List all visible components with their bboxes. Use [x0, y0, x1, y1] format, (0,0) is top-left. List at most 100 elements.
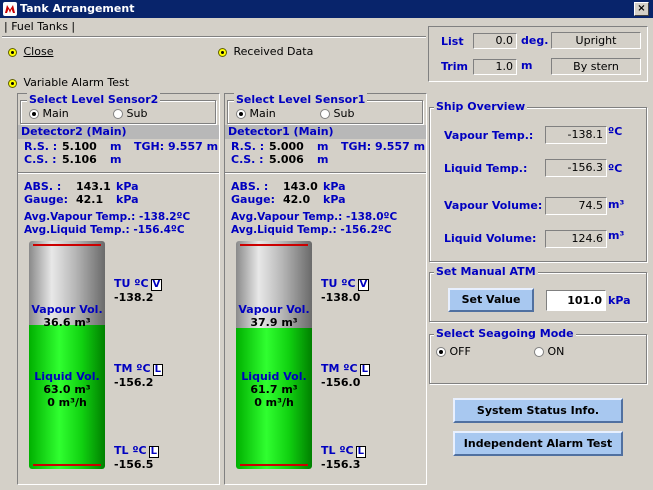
sensor2-tm-value: -156.2 [114, 376, 154, 389]
sensor1-low-alarm-line [240, 464, 308, 466]
sensor1-divider [225, 172, 426, 174]
sensor2-abs-label: ABS. : [24, 180, 62, 193]
sensor1-abs-value: 143.0 [283, 180, 318, 193]
liquid-temp-value: -156.3 [545, 159, 607, 177]
sensor1-gauge-value: 42.0 [283, 193, 311, 206]
sensor2-liquid-label: Liquid Vol. [34, 370, 100, 383]
title-bar: Tank Arrangement [0, 0, 653, 18]
sensor1-tank-gauge: Vapour Vol. 37.9 m³ Liquid Vol. 61.7 m³ … [236, 241, 312, 469]
sensor2-rs-label: R.S. : [24, 140, 58, 153]
seagoing-mode-title: Select Seagoing Mode [434, 327, 576, 340]
sensor1-tm-value: -156.0 [321, 376, 361, 389]
sensor2-gauge-value: 42.1 [76, 193, 104, 206]
sensor2-tu-tag[interactable]: V [150, 279, 163, 291]
sensor1-cs-label: C.S. : [231, 153, 264, 166]
trim-value: 1.0 [473, 59, 517, 75]
sensor2-main-radio[interactable] [29, 109, 39, 119]
sensor1-gauge-unit: kPa [323, 193, 346, 206]
sensor2-cs-value: 5.106 [62, 153, 97, 166]
sensor2-main-option[interactable]: Main [29, 107, 69, 120]
liquid-volume-unit: m³ [608, 229, 625, 242]
vapour-temp-value: -138.1 [545, 126, 607, 144]
sensor1-sub-radio[interactable] [320, 109, 330, 119]
sensor2-tgh: TGH: 9.557 m [134, 140, 219, 153]
liquid-volume-label: Liquid Volume: [444, 232, 537, 245]
sensor1-gauge-label: Gauge: [231, 193, 276, 206]
variable-alarm-label: Variable Alarm Test [23, 76, 130, 89]
sensor1-group: Select Level Sensor1 Main Sub [227, 93, 423, 124]
list-value: 0.0 [473, 33, 517, 49]
trim-label: Trim [441, 60, 468, 73]
trim-unit: m [521, 59, 533, 72]
sensor1-tu-tag[interactable]: V [357, 279, 370, 291]
liquid-volume-value: 124.6 [545, 230, 607, 248]
sensor2-low-alarm-line [33, 464, 101, 466]
vapour-temp-unit: ºC [608, 125, 623, 138]
sensor1-cs-value: 5.006 [269, 153, 304, 166]
seagoing-on-label: ON [547, 345, 565, 358]
received-data-control[interactable]: Received Data [218, 45, 313, 58]
sensor1-tl-label: TL ºC L [321, 444, 366, 458]
sensor1-main-radio[interactable] [236, 109, 246, 119]
close-control[interactable]: Close [8, 45, 53, 58]
sensor1-abs-unit: kPa [323, 180, 346, 193]
sensor1-tm-tag[interactable]: L [359, 364, 370, 376]
list-state: Upright [551, 32, 641, 49]
close-bullet-icon [8, 47, 17, 57]
tank-panel-sensor2: Select Level Sensor2 Main Sub Detector2 … [17, 93, 220, 485]
list-label: List [441, 35, 464, 48]
manual-atm-input[interactable]: 101.0 [546, 290, 606, 311]
sensor2-vapour-label: Vapour Vol. [31, 303, 103, 316]
sensor2-sub-label: Sub [126, 107, 148, 120]
manual-atm-title: Set Manual ATM [434, 265, 538, 278]
sensor1-main-option[interactable]: Main [236, 107, 276, 120]
sensor2-main-label: Main [42, 107, 69, 120]
sensor2-sub-option[interactable]: Sub [113, 107, 147, 120]
sensor1-cs-unit: m [317, 153, 329, 166]
sensor1-sub-option[interactable]: Sub [320, 107, 354, 120]
seagoing-on-radio[interactable] [534, 347, 544, 357]
received-data-label: Received Data [233, 45, 314, 58]
sensor1-group-title: Select Level Sensor1 [234, 93, 368, 106]
sensor1-abs-label: ABS. : [231, 180, 269, 193]
close-label: Close [23, 45, 54, 58]
sensor1-tu-value: -138.0 [321, 291, 361, 304]
sensor2-tm-label: TM ºC L [114, 362, 163, 376]
window-title: Tank Arrangement [20, 2, 135, 15]
sensor2-high-alarm-line [33, 244, 101, 246]
sensor2-group: Select Level Sensor2 Main Sub [20, 93, 216, 124]
sensor1-liquid-label: Liquid Vol. [241, 370, 307, 383]
sensor2-tu-value: -138.2 [114, 291, 154, 304]
sensor1-detector: Detector1 (Main) [225, 125, 426, 139]
seagoing-on-option[interactable]: ON [534, 345, 564, 358]
sensor1-flow-value: 0 m³/h [254, 396, 294, 409]
received-data-bullet-icon [218, 47, 227, 57]
seagoing-mode-group: Select Seagoing Mode OFF ON [429, 327, 647, 384]
sensor1-high-alarm-line [240, 244, 308, 246]
app-logo-icon [3, 2, 17, 16]
window-close-button[interactable]: × [634, 2, 649, 16]
seagoing-off-option[interactable]: OFF [436, 345, 471, 358]
attitude-panel: List 0.0 deg. Upright Trim 1.0 m By ster… [428, 26, 648, 82]
sensor1-sub-label: Sub [333, 107, 355, 120]
menu-fuel-tanks[interactable]: | Fuel Tanks | [4, 20, 75, 33]
sensor1-avg-vapour: Avg.Vapour Temp.: -138.0ºC [231, 211, 398, 223]
list-unit: deg. [521, 34, 549, 47]
sensor2-rs-value: 5.100 [62, 140, 97, 153]
sensor2-cs-unit: m [110, 153, 122, 166]
sensor2-gauge-label: Gauge: [24, 193, 69, 206]
sensor2-sub-radio[interactable] [113, 109, 123, 119]
system-status-button[interactable]: System Status Info. [453, 398, 623, 423]
sensor1-vapour-label: Vapour Vol. [238, 303, 310, 316]
sensor2-tm-tag[interactable]: L [152, 364, 163, 376]
set-value-button[interactable]: Set Value [448, 288, 534, 312]
sensor1-tl-tag[interactable]: L [355, 446, 366, 458]
tank-panel-sensor1: Select Level Sensor1 Main Sub Detector1 … [224, 93, 427, 485]
vapour-temp-label: Vapour Temp.: [444, 129, 534, 142]
independent-alarm-button[interactable]: Independent Alarm Test [453, 431, 623, 456]
sensor2-tl-tag[interactable]: L [148, 446, 159, 458]
variable-alarm-bullet-icon [8, 78, 17, 88]
seagoing-off-radio[interactable] [436, 347, 446, 357]
sensor1-tu-label: TU ºC V [321, 277, 370, 291]
variable-alarm-test-control[interactable]: Variable Alarm Test [8, 76, 129, 89]
